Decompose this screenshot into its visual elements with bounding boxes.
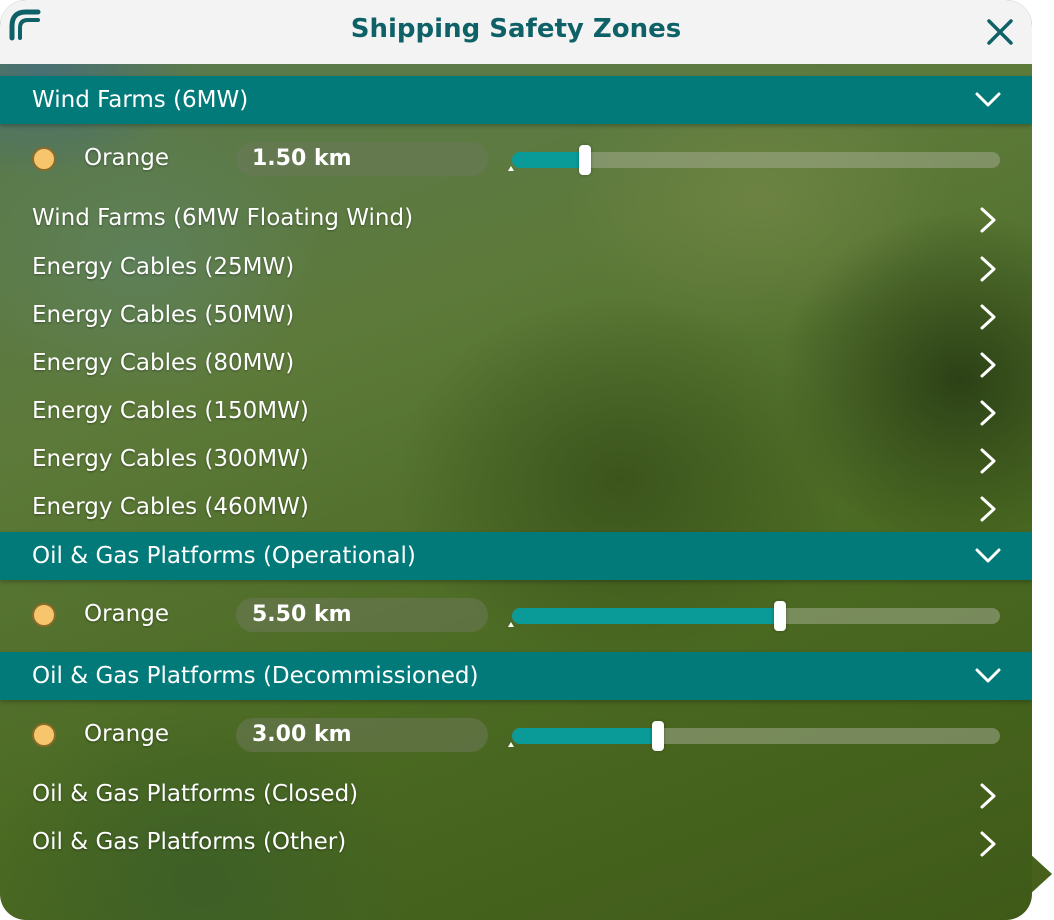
zone-row: Orange 1.50 km	[0, 130, 1032, 190]
section-label: Oil & Gas Platforms (Decommissioned)	[32, 663, 479, 689]
section-oil-gas-decommissioned[interactable]: Oil & Gas Platforms (Decommissioned)	[0, 652, 1032, 700]
distance-slider[interactable]	[508, 721, 1000, 751]
list-item-label: Energy Cables (300MW)	[32, 446, 309, 472]
list-item[interactable]: Energy Cables (150MW)	[0, 390, 1032, 434]
slider-min-tick	[508, 166, 514, 171]
distance-slider[interactable]	[508, 601, 1000, 631]
distance-input[interactable]: 3.00 km	[236, 718, 488, 752]
slider-thumb[interactable]	[774, 601, 787, 631]
panel-header: Shipping Safety Zones	[0, 0, 1032, 64]
list-item-label: Energy Cables (50MW)	[32, 302, 295, 328]
close-icon[interactable]	[986, 18, 1014, 46]
color-swatch	[32, 723, 56, 747]
list-item-label: Energy Cables (460MW)	[32, 494, 309, 520]
section-label: Wind Farms (6MW)	[32, 87, 249, 113]
list-item[interactable]: Oil & Gas Platforms (Other)	[0, 821, 1032, 865]
slider-thumb[interactable]	[579, 145, 592, 175]
chevron-down-icon	[975, 92, 1001, 107]
slider-fill	[512, 152, 586, 168]
chevron-right-icon	[980, 256, 996, 282]
section-oil-gas-operational[interactable]: Oil & Gas Platforms (Operational)	[0, 532, 1032, 580]
section-wind-farms-6mw[interactable]: Wind Farms (6MW)	[0, 76, 1032, 124]
chevron-down-icon	[975, 548, 1001, 563]
list-item[interactable]: Oil & Gas Platforms (Closed)	[0, 773, 1032, 817]
color-swatch	[32, 147, 56, 171]
chevron-right-icon	[980, 831, 996, 857]
slider-fill	[512, 608, 781, 624]
chevron-right-icon	[980, 352, 996, 378]
zone-color-label: Orange	[84, 145, 169, 171]
list-item[interactable]: Energy Cables (25MW)	[0, 246, 1032, 290]
distance-input[interactable]: 5.50 km	[236, 598, 488, 632]
slider-fill	[512, 728, 659, 744]
chevron-right-icon	[980, 448, 996, 474]
list-item-label: Wind Farms (6MW Floating Wind)	[32, 205, 414, 231]
page-title: Shipping Safety Zones	[350, 14, 682, 44]
zone-row: Orange 5.50 km	[0, 586, 1032, 646]
list-item-label: Energy Cables (25MW)	[32, 254, 295, 280]
list-item[interactable]: Wind Farms (6MW Floating Wind)	[0, 197, 1032, 241]
chevron-down-icon	[975, 668, 1001, 683]
chevron-right-icon	[980, 783, 996, 809]
slider-min-tick	[508, 622, 514, 627]
list-item[interactable]: Energy Cables (300MW)	[0, 438, 1032, 482]
list-item[interactable]: Energy Cables (80MW)	[0, 342, 1032, 386]
chevron-right-icon	[980, 304, 996, 330]
list-item-label: Energy Cables (80MW)	[32, 350, 295, 376]
color-swatch	[32, 603, 56, 627]
zone-color-label: Orange	[84, 721, 169, 747]
chevron-right-icon	[980, 400, 996, 426]
chevron-right-icon	[980, 207, 996, 233]
chevron-right-icon	[980, 496, 996, 522]
zone-row: Orange 3.00 km	[0, 706, 1032, 766]
safety-zones-panel: Shipping Safety Zones Wind Farms (6MW) O…	[0, 0, 1032, 920]
list-item[interactable]: Energy Cables (50MW)	[0, 294, 1032, 338]
distance-slider[interactable]	[508, 145, 1000, 175]
list-item[interactable]: Energy Cables (460MW)	[0, 486, 1032, 530]
slider-min-tick	[508, 742, 514, 747]
list-item-label: Oil & Gas Platforms (Other)	[32, 829, 347, 855]
section-label: Oil & Gas Platforms (Operational)	[32, 543, 416, 569]
list-item-label: Oil & Gas Platforms (Closed)	[32, 781, 359, 807]
zone-color-label: Orange	[84, 601, 169, 627]
distance-input[interactable]: 1.50 km	[236, 142, 488, 176]
list-item-label: Energy Cables (150MW)	[32, 398, 309, 424]
slider-thumb[interactable]	[652, 721, 665, 751]
